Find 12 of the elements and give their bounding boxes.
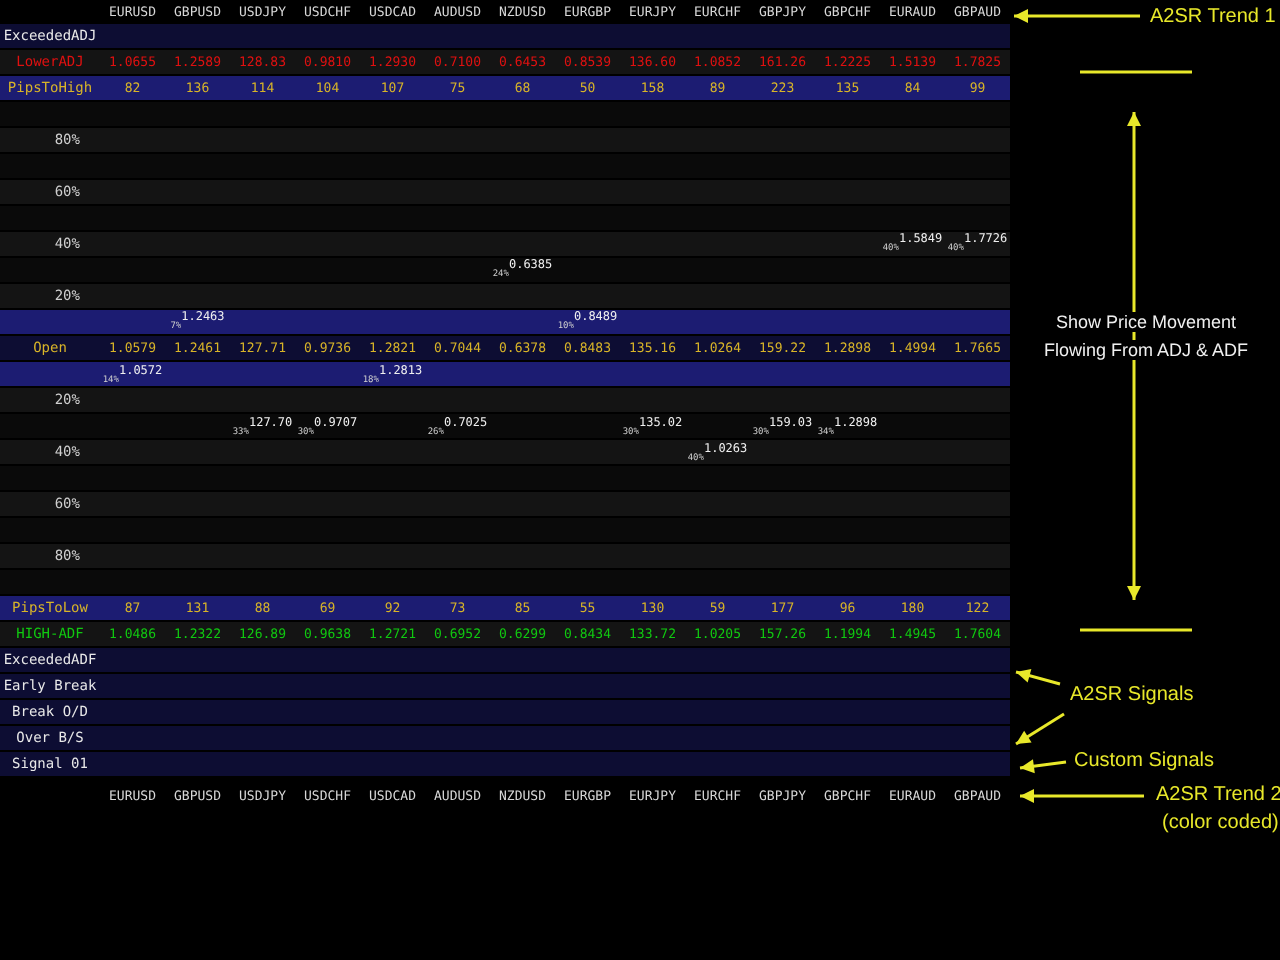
arrow bbox=[1019, 759, 1067, 774]
annotation-label: A2SR Trend 2 bbox=[1156, 784, 1280, 806]
annotation-label: A2SR Trend 1 bbox=[1150, 6, 1276, 28]
marker-line bbox=[1080, 628, 1192, 632]
arrow bbox=[1015, 712, 1065, 746]
annotation-label: A2SR Signals bbox=[1070, 684, 1194, 706]
annotation-label: (color coded) bbox=[1162, 812, 1279, 834]
marker-line bbox=[1080, 70, 1192, 74]
annotation-label: Custom Signals bbox=[1074, 750, 1215, 772]
arrow bbox=[1015, 668, 1061, 686]
arrow bbox=[1020, 789, 1144, 803]
arrow bbox=[1014, 9, 1140, 23]
